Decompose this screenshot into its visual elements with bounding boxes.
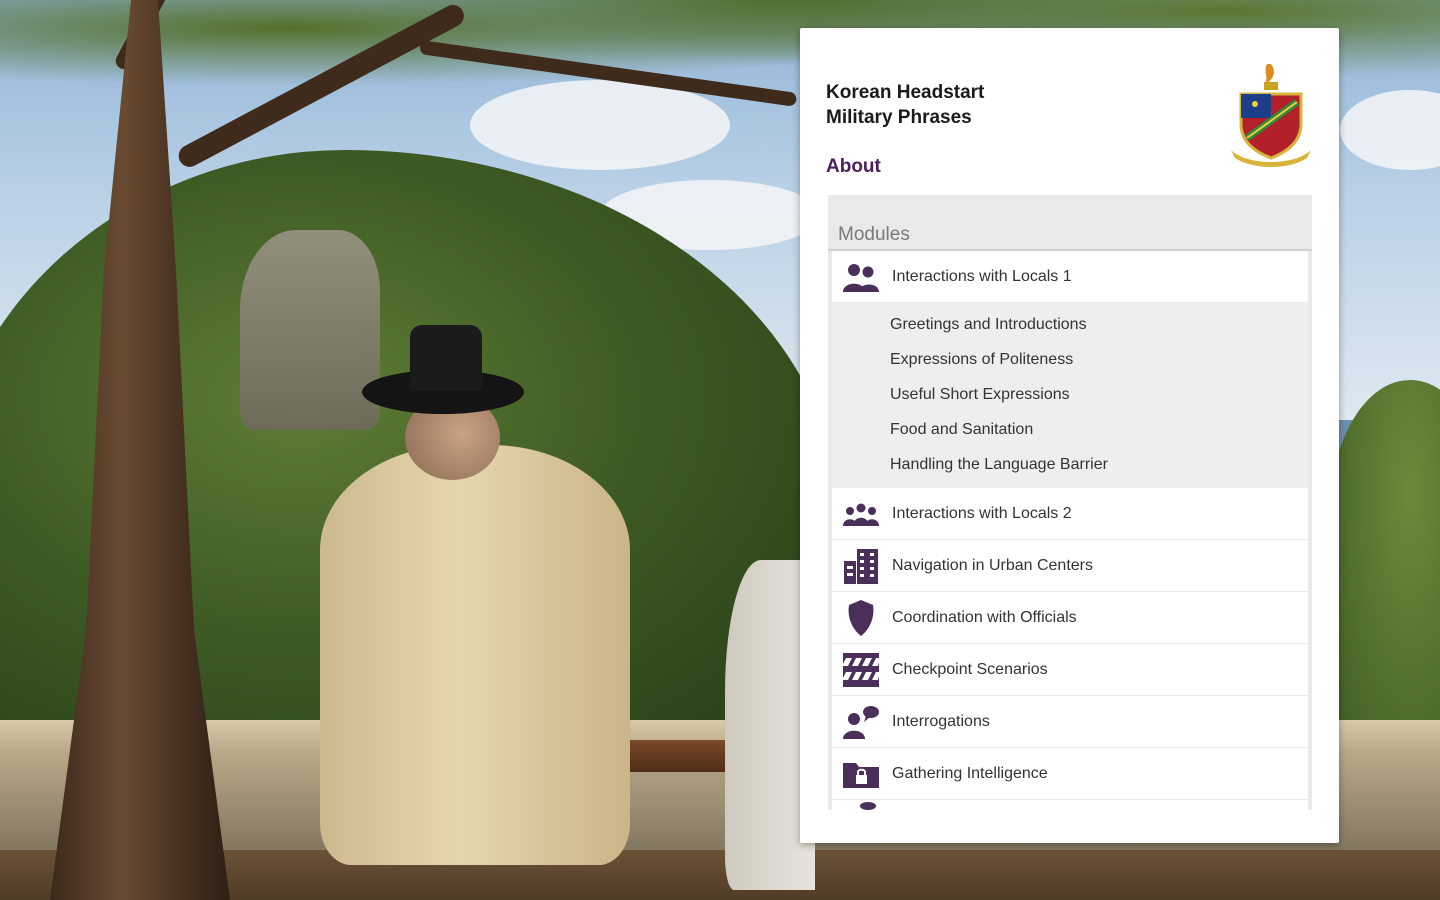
- submodule-food-sanitation[interactable]: Food and Sanitation: [832, 412, 1308, 447]
- seated-man: [320, 445, 630, 865]
- about-link[interactable]: About: [826, 156, 881, 178]
- module-partial-next: [832, 800, 1308, 810]
- module-checkpoint-scenarios[interactable]: Checkpoint Scenarios: [832, 644, 1308, 696]
- module-label: Checkpoint Scenarios: [892, 660, 1048, 678]
- partial-icon: [860, 802, 876, 810]
- submodule-list: Greetings and Introductions Expressions …: [832, 303, 1308, 488]
- submodule-politeness[interactable]: Expressions of Politeness: [832, 342, 1308, 377]
- checkpoint-barrier-icon: [840, 649, 882, 691]
- buildings-icon: [840, 545, 882, 587]
- locked-folder-icon: [840, 753, 882, 795]
- gat-hat-crown: [410, 325, 482, 391]
- modules-list: Modules Interactions with Locals 1 Greet…: [828, 195, 1312, 810]
- module-interrogations[interactable]: Interrogations: [832, 696, 1308, 748]
- person-speech-icon: [840, 701, 882, 743]
- main-panel: Korean Headstart Military Phrases About …: [800, 28, 1339, 843]
- module-list-items: Interactions with Locals 1 Greetings and…: [832, 251, 1308, 810]
- module-label: Coordination with Officials: [892, 608, 1077, 626]
- module-label: Navigation in Urban Centers: [892, 556, 1093, 574]
- rock-cliff: [240, 230, 380, 430]
- modules-header: Modules: [828, 195, 1312, 251]
- module-label: Interactions with Locals 2: [892, 504, 1072, 522]
- group-people-icon: [840, 493, 882, 535]
- module-gathering-intelligence[interactable]: Gathering Intelligence: [832, 748, 1308, 800]
- app-title-line2: Military Phrases: [826, 107, 972, 128]
- submodule-language-barrier[interactable]: Handling the Language Barrier: [832, 447, 1308, 482]
- badge-shield-icon: [840, 597, 882, 639]
- module-label: Interactions with Locals 1: [892, 267, 1072, 285]
- module-label: Interrogations: [892, 712, 990, 730]
- module-interactions-locals-1[interactable]: Interactions with Locals 1: [832, 251, 1308, 303]
- submodule-short-expressions[interactable]: Useful Short Expressions: [832, 377, 1308, 412]
- app-title-line1: Korean Headstart: [826, 82, 985, 103]
- module-coordination-officials[interactable]: Coordination with Officials: [832, 592, 1308, 644]
- two-people-icon: [840, 256, 882, 298]
- module-navigation-urban[interactable]: Navigation in Urban Centers: [832, 540, 1308, 592]
- app-title: Korean Headstart Military Phrases: [826, 80, 1086, 130]
- forest-hill-right: [1330, 380, 1440, 760]
- submodule-greetings[interactable]: Greetings and Introductions: [832, 307, 1308, 342]
- module-interactions-locals-2[interactable]: Interactions with Locals 2: [832, 488, 1308, 540]
- module-label: Gathering Intelligence: [892, 764, 1048, 782]
- crest-logo-icon: [1231, 64, 1311, 167]
